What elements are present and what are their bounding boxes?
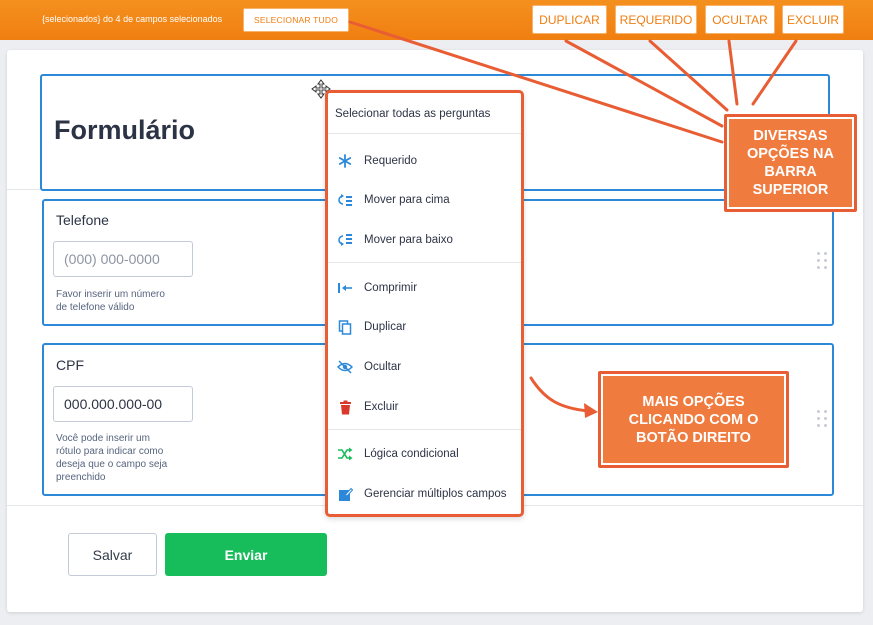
edit-icon (336, 485, 354, 503)
menu-item-delete[interactable]: Excluir (336, 394, 516, 420)
select-all-questions-item[interactable]: Selecionar todas as perguntas (335, 108, 490, 120)
menu-item-manage-fields[interactable]: Gerenciar múltiplos campos (336, 481, 516, 507)
annotation-top-bar: DIVERSAS OPÇÕES NA BARRA SUPERIOR (724, 114, 857, 212)
send-button[interactable]: Enviar (165, 533, 327, 576)
shrink-icon (336, 279, 354, 297)
shuffle-icon (336, 445, 354, 463)
drag-handle-icon[interactable] (817, 252, 829, 272)
cpf-input[interactable]: 000.000.000-00 (53, 386, 193, 422)
menu-divider (328, 133, 521, 134)
annotation-right-click: MAIS OPÇÕES CLICANDO COM O BOTÃO DIREITO (598, 371, 789, 468)
drag-handle-icon[interactable] (817, 410, 829, 430)
delete-button[interactable]: EXCLUIR (782, 5, 844, 34)
trash-icon (336, 398, 354, 416)
cpf-input-value: 000.000.000-00 (64, 396, 163, 412)
menu-item-required[interactable]: Requerido (336, 148, 516, 174)
eye-off-icon (336, 358, 354, 376)
menu-divider (328, 429, 521, 430)
menu-item-shrink[interactable]: Comprimir (336, 275, 516, 301)
select-all-button[interactable]: SELECIONAR TUDO (243, 8, 349, 32)
menu-item-hide[interactable]: Ocultar (336, 354, 516, 380)
selection-toolbar: {selecionados} do 4 de campos selecionad… (0, 0, 873, 40)
phone-field-label: Telefone (56, 212, 109, 228)
context-menu: Selecionar todas as perguntas Requerido … (325, 90, 524, 517)
move-down-icon (336, 231, 354, 249)
divider (7, 189, 40, 190)
selection-count-text: {selecionados} do 4 de campos selecionad… (42, 14, 223, 24)
phone-field-hint: Favor inserir um número de telefone váli… (56, 289, 165, 313)
duplicate-button[interactable]: DUPLICAR (532, 5, 607, 34)
save-button[interactable]: Salvar (68, 533, 157, 576)
hide-button[interactable]: OCULTAR (705, 5, 775, 34)
menu-item-move-up[interactable]: Mover para cima (336, 187, 516, 213)
move-up-icon (336, 191, 354, 209)
duplicate-icon (336, 318, 354, 336)
form-title: Formulário (54, 115, 196, 145)
asterisk-icon (336, 152, 354, 170)
menu-item-move-down[interactable]: Mover para baixo (336, 227, 516, 253)
phone-input[interactable]: (000) 000-0000 (53, 241, 193, 277)
phone-input-placeholder: (000) 000-0000 (64, 251, 160, 267)
cpf-field-hint: Você pode inserir um rótulo para indicar… (56, 433, 168, 483)
menu-item-conditional-logic[interactable]: Lógica condicional (336, 441, 516, 467)
required-button[interactable]: REQUERIDO (615, 5, 697, 34)
menu-item-duplicate[interactable]: Duplicar (336, 314, 516, 340)
menu-divider (328, 262, 521, 263)
cpf-field-label: CPF (56, 357, 84, 373)
